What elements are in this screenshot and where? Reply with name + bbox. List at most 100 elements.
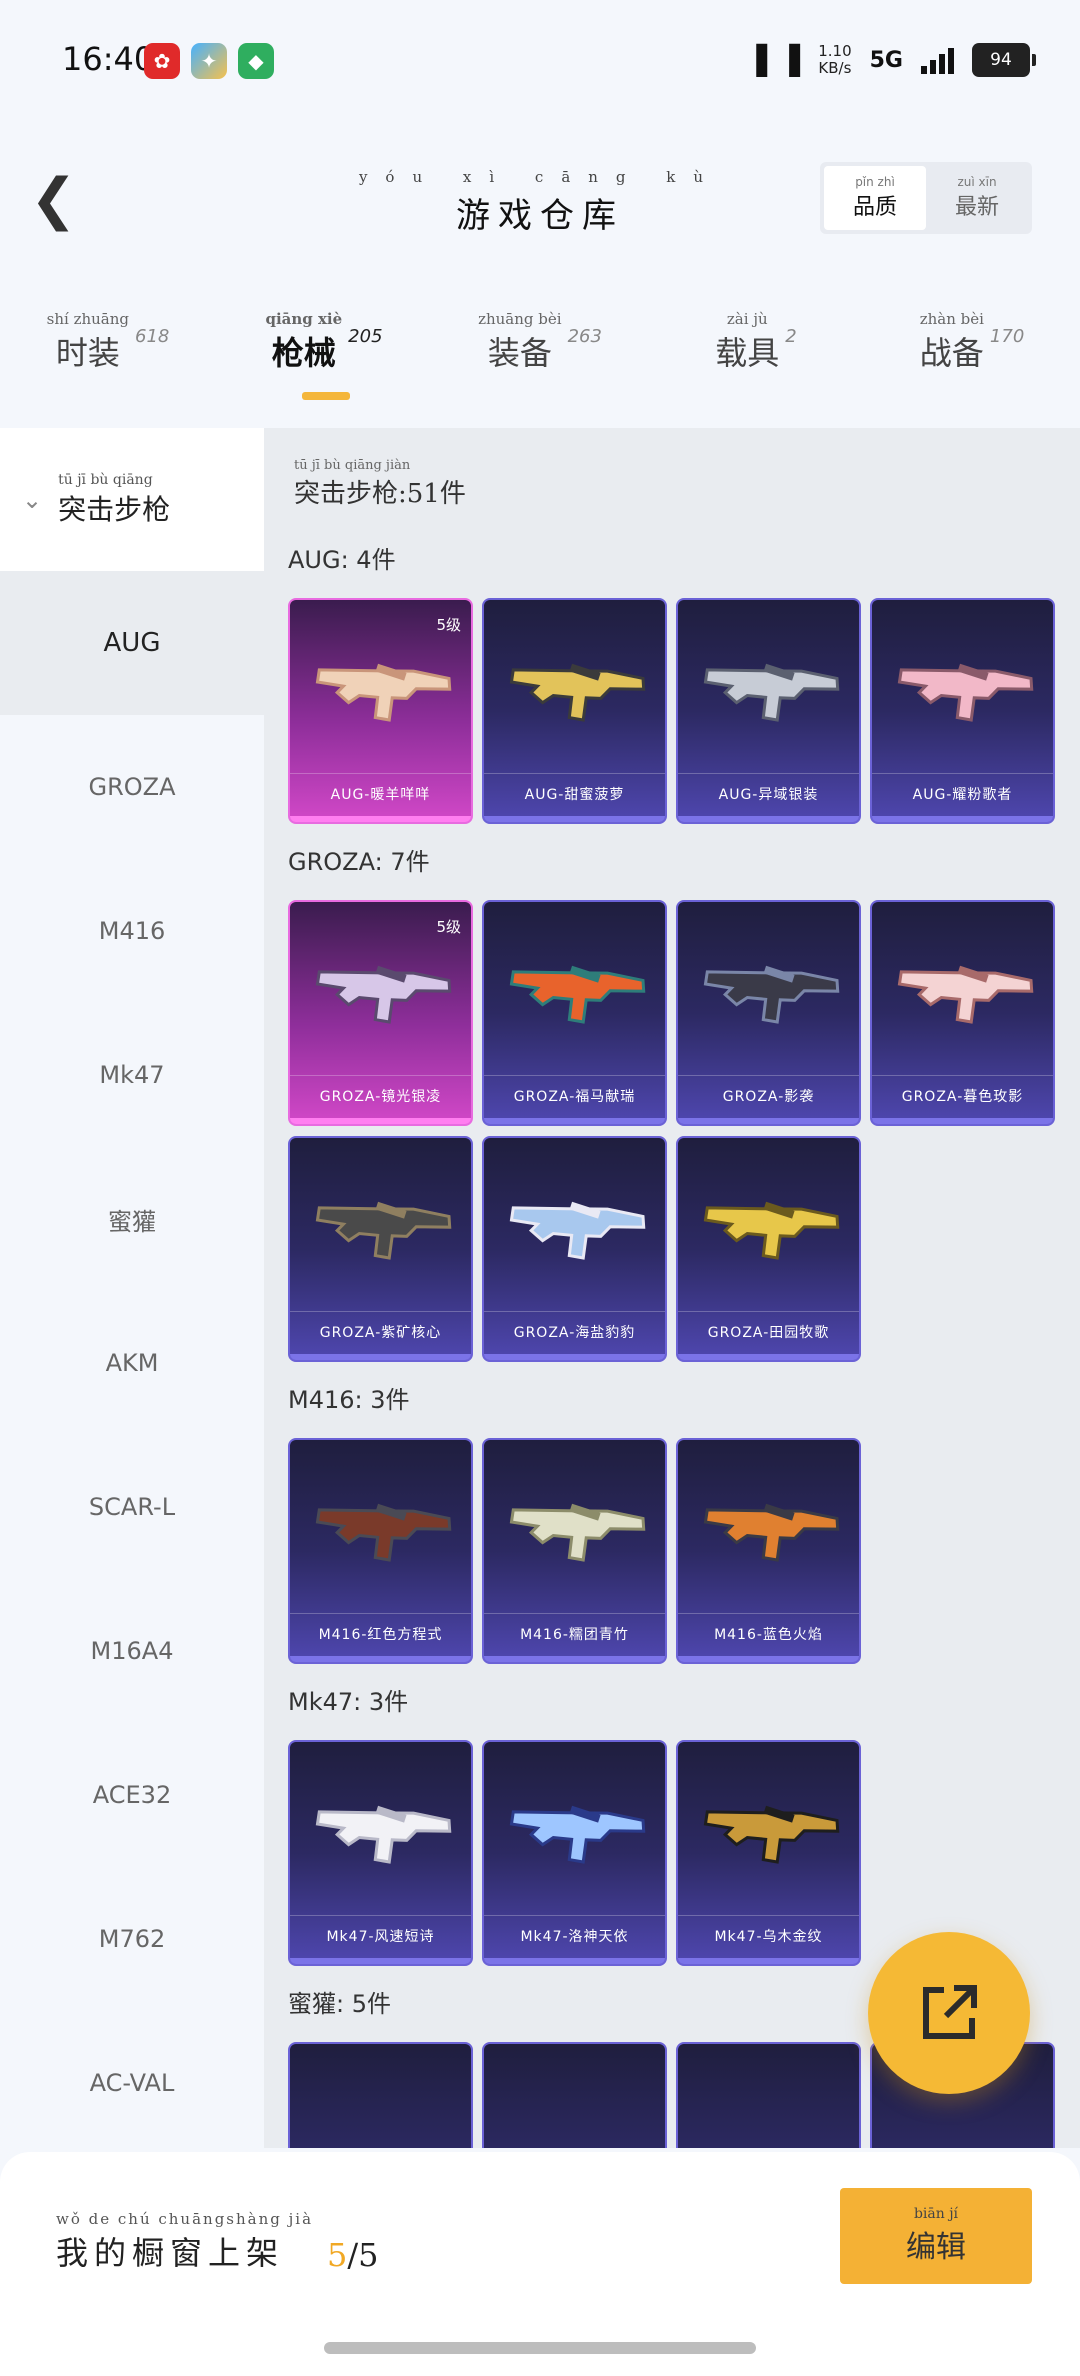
weapon-name: M416-红色方程式 (318, 1627, 443, 1643)
sort-newest-button[interactable]: zuì xīn 最新 (926, 166, 1028, 230)
weapon-skin-image (509, 663, 646, 722)
weapon-card[interactable]: GROZA-田园牧歌 (676, 1136, 861, 1362)
weapon-name: AUG-甜蜜菠萝 (524, 787, 625, 803)
sidebar-item-scar-l[interactable]: SCAR-L (0, 1435, 264, 1579)
sidebar-item-m16a4[interactable]: M16A4 (0, 1579, 264, 1723)
weapon-skin-image (315, 965, 452, 1024)
tab-fashion[interactable]: shí zhuāng 时装 618 (0, 310, 216, 420)
card-footer-bar (678, 1656, 859, 1662)
sidebar-item-akm[interactable]: AKM (0, 1291, 264, 1435)
sidebar-category-header[interactable]: ⌄ tū jī bù qiāng 突击步枪 (0, 428, 264, 571)
weapon-name: GROZA-海盐豹豹 (513, 1325, 636, 1341)
app-header: ❮ yóu xì cāng kù 游戏仓库 pǐn zhì 品质 zuì xīn 最… (0, 150, 1080, 250)
sort-toggle: pǐn zhì 品质 zuì xīn 最新 (820, 162, 1032, 234)
weapon-card[interactable]: GROZA-影袭 (676, 900, 861, 1126)
weapon-name: GROZA-田园牧歌 (707, 1325, 830, 1341)
weapon-name: GROZA-暮色玫影 (901, 1089, 1024, 1105)
weapon-card[interactable]: AUG-异域银装 (676, 598, 861, 824)
status-bar: 16:40 ✿ ✦ ◆ ▌▐ 1.10 KB/s 5G 94 (0, 0, 1080, 120)
bottom-bar: wǒ de chú chuāngshàng jià 我的橱窗上架 5 /5 biā… (0, 2152, 1080, 2376)
card-footer-bar (872, 816, 1053, 822)
tab-equipment[interactable]: zhuāng bèi 装备 263 (432, 310, 648, 420)
chevron-down-icon: ⌄ (22, 485, 43, 514)
group-title: 蜜獾: 5件 (288, 1990, 391, 2018)
card-footer-bar (484, 1958, 665, 1964)
app-icon-green: ◆ (238, 43, 274, 79)
edit-button[interactable]: biān jí 编辑 (840, 2188, 1032, 2284)
clock: 16:40 (62, 40, 155, 78)
category-summary: tū jī bù qiāng jiàn 突击步枪:51件 (294, 458, 466, 509)
weapon-card[interactable]: Mk47-风速短诗 (288, 1740, 473, 1966)
weapon-card[interactable] (288, 2042, 473, 2148)
weapon-skin-image (315, 1805, 452, 1864)
app-icon-red: ✿ (144, 43, 180, 79)
card-footer-bar (872, 1118, 1053, 1124)
card-footer-bar (290, 1958, 471, 1964)
weapon-name: M416-蓝色火焰 (714, 1627, 823, 1643)
weapon-skin-image (315, 663, 452, 722)
weapon-skin-image (703, 965, 840, 1024)
weapon-grid: tū jī bù qiāng jiàn 突击步枪:51件 AUG: 4件 5级 AU… (264, 428, 1080, 2148)
card-footer-bar (484, 1118, 665, 1124)
card-footer-bar (678, 1118, 859, 1124)
weapon-card[interactable]: M416-糯团青竹 (482, 1438, 667, 1664)
card-footer-bar (484, 1354, 665, 1360)
weapon-skin-image (315, 1503, 452, 1562)
weapon-skin-image (509, 965, 646, 1024)
weapon-skin-image (897, 663, 1034, 722)
weapon-card[interactable]: GROZA-海盐豹豹 (482, 1136, 667, 1362)
weapon-name: Mk47-洛神天依 (520, 1929, 629, 1945)
weapon-card[interactable]: GROZA-紫矿核心 (288, 1136, 473, 1362)
weapon-skin-image (509, 1201, 646, 1260)
sidebar-item-groza[interactable]: GROZA (0, 715, 264, 859)
weapon-card[interactable]: AUG-甜蜜菠萝 (482, 598, 667, 824)
sort-quality-button[interactable]: pǐn zhì 品质 (824, 166, 926, 230)
weapon-skin-image (509, 1503, 646, 1562)
weapon-card[interactable] (676, 2042, 861, 2148)
weapon-card[interactable]: 5级 GROZA-镜光银凌 (288, 900, 473, 1126)
level-badge: 5级 (436, 616, 461, 634)
weapon-name: AUG-耀粉歌者 (912, 787, 1013, 803)
card-footer-bar (290, 1656, 471, 1662)
sidebar-item-m762[interactable]: M762 (0, 1867, 264, 2011)
card-divider (678, 1311, 859, 1312)
sidebar-item-honey-badger[interactable]: 蜜獾 (0, 1147, 264, 1291)
weapon-name: GROZA-影袭 (722, 1089, 815, 1105)
category-tabs: shí zhuāng 时装 618 qiāng xiè 枪械 205 zhuāng … (0, 310, 1080, 420)
weapon-card[interactable]: GROZA-福马献瑞 (482, 900, 667, 1126)
sidebar-item-ac-val[interactable]: AC-VAL (0, 2011, 264, 2155)
tab-vehicles[interactable]: zài jù 载具 2 (648, 310, 864, 420)
sidebar-item-ace32[interactable]: ACE32 (0, 1723, 264, 1867)
weapon-name: GROZA-福马献瑞 (513, 1089, 636, 1105)
network-type: 5G (869, 47, 903, 73)
card-divider (678, 1915, 859, 1916)
weapon-card[interactable]: M416-蓝色火焰 (676, 1438, 861, 1664)
home-indicator[interactable] (324, 2342, 756, 2354)
card-footer-bar (484, 1656, 665, 1662)
weapon-card[interactable]: 5级 AUG-暖羊咩咩 (288, 598, 473, 824)
group-title: GROZA: 7件 (288, 848, 430, 876)
weapon-card[interactable]: Mk47-乌木金纹 (676, 1740, 861, 1966)
weapon-card[interactable] (482, 2042, 667, 2148)
card-footer-bar (678, 816, 859, 822)
weapon-card[interactable]: M416-红色方程式 (288, 1438, 473, 1664)
share-button[interactable] (868, 1932, 1030, 2094)
card-footer-bar (484, 816, 665, 822)
weapon-skin-image (703, 1201, 840, 1260)
sidebar-item-m416[interactable]: M416 (0, 859, 264, 1003)
sidebar-item-mk47[interactable]: Mk47 (0, 1003, 264, 1147)
group-title: Mk47: 3件 (288, 1688, 409, 1716)
card-divider (484, 1613, 665, 1614)
weapon-skin-image (703, 1805, 840, 1864)
vibrate-icon: ▌▐ (756, 43, 800, 77)
weapon-name: M416-糯团青竹 (520, 1627, 629, 1643)
tab-battle-gear[interactable]: zhàn bèi 战备 170 (864, 310, 1080, 420)
tab-firearms[interactable]: qiāng xiè 枪械 205 (216, 310, 432, 420)
weapon-name: Mk47-乌木金纹 (714, 1929, 823, 1945)
weapon-card[interactable]: Mk47-洛神天依 (482, 1740, 667, 1966)
card-footer-bar (290, 1354, 471, 1360)
sidebar-item-aug[interactable]: AUG (0, 571, 264, 715)
weapon-card[interactable]: GROZA-暮色玫影 (870, 900, 1055, 1126)
showcase-status: wǒ de chú chuāngshàng jià 我的橱窗上架 5 /5 (56, 2210, 379, 2274)
weapon-card[interactable]: AUG-耀粉歌者 (870, 598, 1055, 824)
